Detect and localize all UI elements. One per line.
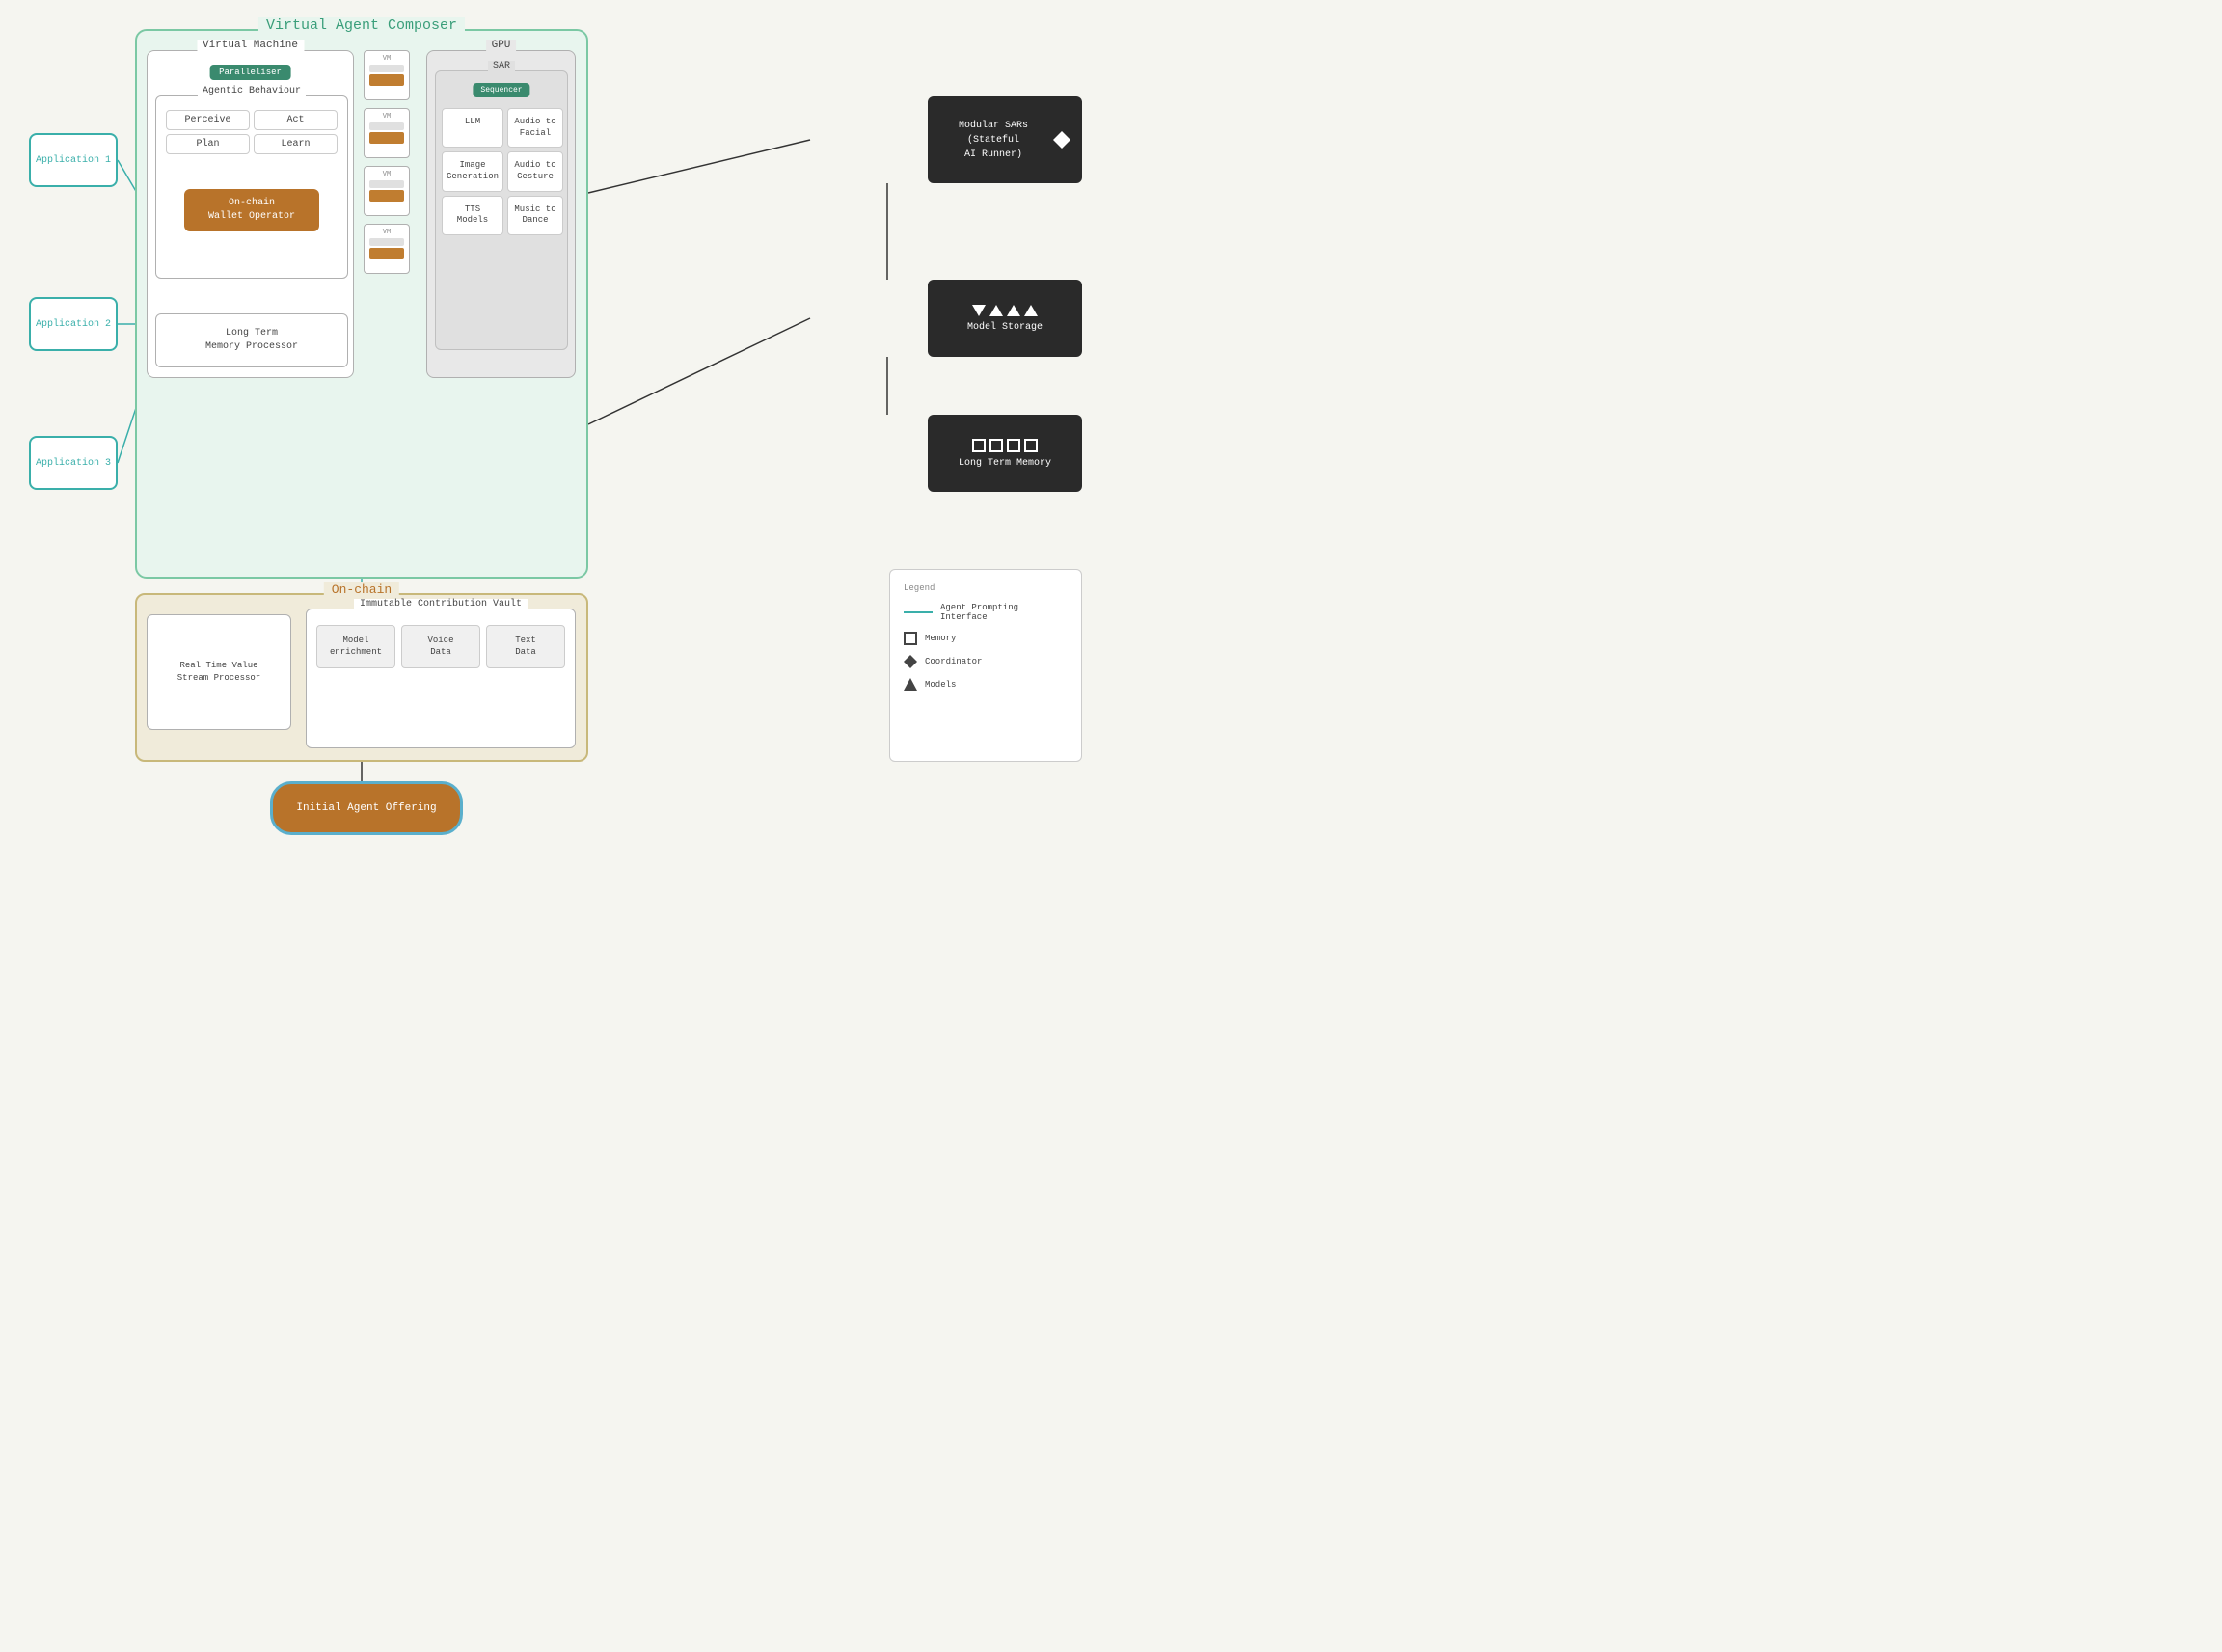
vm-mini-bar-bottom-1 — [369, 74, 404, 86]
memory-square-icon-1 — [972, 439, 986, 452]
vm-mini-2: VM — [364, 108, 410, 158]
gpu-title: GPU — [486, 40, 517, 51]
vm-mini-bar-top-3 — [369, 180, 404, 188]
sequencer-button[interactable]: Sequencer — [473, 83, 529, 97]
gpu-box: GPU SAR Sequencer LLM Audio toFacial Ima… — [426, 50, 576, 378]
plan-cell: Plan — [166, 134, 250, 154]
memory-icons — [972, 439, 1038, 452]
legend-item-coordinator: Coordinator — [904, 655, 1068, 668]
paralleliser-button[interactable]: Paralleliser — [209, 65, 291, 80]
model-storage-box: Model Storage — [928, 280, 1082, 357]
application-3-label: Application 3 — [36, 458, 111, 469]
icv-title: Immutable Contribution Vault — [354, 599, 528, 609]
onchain-title: On-chain — [324, 582, 399, 597]
sar-cell-music-dance: Music toDance — [507, 196, 563, 235]
long-term-memory-box: Long Term Memory — [928, 415, 1082, 492]
icv-grid: Modelenrichment VoiceData TextData — [316, 625, 565, 668]
legend-item-models: Models — [904, 678, 1068, 691]
sar-cell-audio-gesture: Audio toGesture — [507, 151, 563, 191]
agentic-title: Agentic Behaviour — [198, 86, 306, 96]
iao-label: Initial Agent Offering — [296, 802, 436, 814]
application-1-label: Application 1 — [36, 155, 111, 166]
legend-memory-label: Memory — [925, 634, 956, 643]
modular-sars-label: Modular SARs(StatefulAI Runner) — [959, 119, 1051, 162]
legend-models-label: Models — [925, 680, 956, 690]
learn-cell: Learn — [254, 134, 338, 154]
memory-square-icon-4 — [1024, 439, 1038, 452]
legend-box: Legend Agent PromptingInterface Memory C… — [889, 569, 1082, 762]
legend-triangle-icon — [904, 678, 917, 691]
vm-mini-1: VM — [364, 50, 410, 100]
sar-grid: LLM Audio toFacial ImageGeneration Audio… — [442, 108, 563, 235]
legend-interface-label: Agent PromptingInterface — [940, 603, 1018, 622]
act-cell: Act — [254, 110, 338, 130]
model-storage-label: Model Storage — [967, 322, 1043, 333]
icv-voice-data: VoiceData — [401, 625, 480, 668]
onchain-section: On-chain Real Time ValueStream Processor… — [135, 593, 588, 762]
memory-square-icon-3 — [1007, 439, 1020, 452]
vm-box: Virtual Machine Paralleliser Agentic Beh… — [147, 50, 354, 378]
vac-title: Virtual Agent Composer — [258, 17, 465, 34]
triangle-up-icon-3 — [1024, 305, 1038, 316]
vm-mini-3: VM — [364, 166, 410, 216]
coordinator-diamond-icon — [1053, 131, 1070, 149]
application-2-box: Application 2 — [29, 297, 118, 351]
vm-mini-4: VM — [364, 224, 410, 274]
legend-coordinator-label: Coordinator — [925, 657, 982, 666]
vm-mini-bar-top-1 — [369, 65, 404, 72]
legend-item-interface: Agent PromptingInterface — [904, 603, 1068, 622]
iao-box: Initial Agent Offering — [270, 781, 463, 835]
icv-text-data: TextData — [486, 625, 565, 668]
agentic-grid: Perceive Act Plan Learn — [166, 110, 338, 154]
vm-mini-bar-bottom-4 — [369, 248, 404, 259]
rtvsp-label: Real Time ValueStream Processor — [177, 660, 260, 686]
agentic-box: Agentic Behaviour Perceive Act Plan Lear… — [155, 95, 348, 279]
vm-title: Virtual Machine — [197, 40, 304, 51]
vm-mini-column: VM VM VM VM — [364, 50, 417, 282]
legend-title: Legend — [904, 583, 1068, 593]
sar-box: SAR Sequencer LLM Audio toFacial ImageGe… — [435, 70, 568, 350]
legend-square-icon — [904, 632, 917, 645]
icv-model-enrichment: Modelenrichment — [316, 625, 395, 668]
model-storage-icons — [972, 305, 1038, 316]
application-3-box: Application 3 — [29, 436, 118, 490]
sar-cell-image-gen: ImageGeneration — [442, 151, 503, 191]
perceive-cell: Perceive — [166, 110, 250, 130]
application-2-label: Application 2 — [36, 319, 111, 330]
sar-cell-audio-facial: Audio toFacial — [507, 108, 563, 148]
vm-mini-bar-top-2 — [369, 122, 404, 130]
application-1-box: Application 1 — [29, 133, 118, 187]
onchain-wallet-button[interactable]: On-chainWallet Operator — [184, 189, 319, 231]
ltm-processor-box: Long TermMemory Processor — [155, 313, 348, 367]
legend-diamond-icon — [904, 655, 917, 668]
vm-mini-bar-bottom-3 — [369, 190, 404, 202]
legend-line-icon — [904, 611, 933, 613]
vm-mini-bar-top-4 — [369, 238, 404, 246]
ltm-processor-label: Long TermMemory Processor — [205, 327, 298, 354]
main-diagram: Application 1 Application 2 Application … — [0, 0, 1111, 826]
triangle-down-icon-1 — [972, 305, 986, 316]
vac-box: Virtual Agent Composer Virtual Machine P… — [135, 29, 588, 579]
legend-item-memory: Memory — [904, 632, 1068, 645]
vm-mini-bar-bottom-2 — [369, 132, 404, 144]
sar-cell-llm: LLM — [442, 108, 503, 148]
triangle-up-icon-1 — [989, 305, 1003, 316]
triangle-up-icon-2 — [1007, 305, 1020, 316]
memory-square-icon-2 — [989, 439, 1003, 452]
icv-box: Immutable Contribution Vault Modelenrich… — [306, 609, 576, 748]
sar-title: SAR — [488, 61, 515, 71]
long-term-memory-label: Long Term Memory — [959, 458, 1051, 469]
modular-sars-box: Modular SARs(StatefulAI Runner) — [928, 96, 1082, 183]
sar-cell-tts: TTSModels — [442, 196, 503, 235]
rtvsp-box: Real Time ValueStream Processor — [147, 614, 291, 730]
